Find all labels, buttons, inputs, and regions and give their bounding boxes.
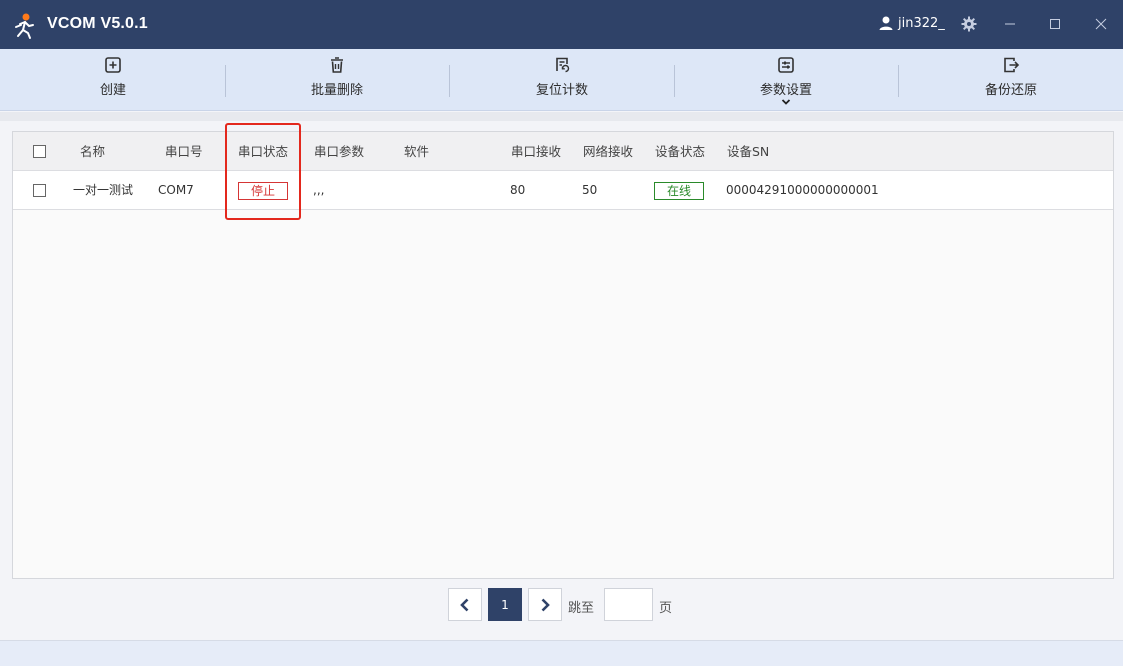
batch-delete-button[interactable]: 批量删除 xyxy=(267,55,407,107)
toolbar-separator xyxy=(0,112,1123,121)
maximize-button[interactable] xyxy=(1045,14,1065,34)
trash-icon xyxy=(331,57,343,73)
toolbar-divider xyxy=(898,65,899,97)
username: jin322_ xyxy=(898,15,945,31)
toolbar-divider xyxy=(674,65,675,97)
maximize-icon xyxy=(1050,19,1060,29)
batch-delete-label: 批量删除 xyxy=(310,83,363,98)
cell-serial-rx: 80 xyxy=(510,183,526,197)
col-port-status[interactable]: 串口状态 xyxy=(238,132,288,171)
row-checkbox[interactable] xyxy=(33,184,46,197)
cell-device-status: 在线 xyxy=(654,171,705,210)
table-header: 名称 串口号 串口状态 串口参数 软件 串口接收 网络接收 设备状态 设备SN xyxy=(13,132,1113,171)
col-port[interactable]: 串口号 xyxy=(165,132,203,171)
chevron-right-icon xyxy=(541,598,550,611)
port-status-badge: 停止 xyxy=(238,181,289,200)
reset-count-label: 复位计数 xyxy=(535,83,588,98)
app-title: VCOM V5.0.1 xyxy=(47,15,148,32)
add-square-icon xyxy=(105,57,121,73)
toolbar-divider xyxy=(449,65,450,97)
col-net-rx[interactable]: 网络接收 xyxy=(583,132,633,171)
create-label: 创建 xyxy=(99,83,126,98)
table-row[interactable]: 一对一测试 COM7 停止 ,,, 80 50 在线 0000429100000… xyxy=(13,171,1113,210)
toolbar-divider xyxy=(225,65,226,97)
toolbar: 创建 批量删除 复位计数 参数设置 备份还原 xyxy=(0,49,1123,111)
device-table: 名称 串口号 串口状态 串口参数 软件 串口接收 网络接收 设备状态 设备SN … xyxy=(12,131,1114,579)
col-device-status[interactable]: 设备状态 xyxy=(655,132,705,171)
device-status-badge: 在线 xyxy=(654,181,705,200)
col-software[interactable]: 软件 xyxy=(404,132,429,171)
runner-logo-icon xyxy=(15,13,34,39)
cell-port: COM7 xyxy=(158,183,194,197)
next-page-button[interactable] xyxy=(528,588,562,621)
user-icon xyxy=(879,16,893,30)
cell-port-status: 停止 xyxy=(238,171,289,210)
export-icon xyxy=(1004,57,1020,73)
sliders-icon xyxy=(778,57,794,73)
goto-label: 跳至 xyxy=(568,601,595,616)
minimize-button[interactable] xyxy=(1000,14,1020,34)
prev-page-button[interactable] xyxy=(448,588,482,621)
page-suffix-label: 页 xyxy=(659,601,673,616)
close-button[interactable] xyxy=(1091,14,1111,34)
select-all-checkbox[interactable] xyxy=(33,145,46,158)
cell-device-sn: 00004291000000000001 xyxy=(726,183,879,197)
cell-port-params: ,,, xyxy=(313,183,325,197)
reset-document-icon xyxy=(556,57,570,73)
create-button[interactable]: 创建 xyxy=(43,55,183,107)
cell-name: 一对一测试 xyxy=(73,183,134,197)
param-settings-button[interactable]: 参数设置 xyxy=(716,55,856,107)
col-serial-rx[interactable]: 串口接收 xyxy=(511,132,561,171)
backup-restore-button[interactable]: 备份还原 xyxy=(941,55,1081,107)
col-name[interactable]: 名称 xyxy=(80,132,105,171)
backup-restore-label: 备份还原 xyxy=(984,83,1037,98)
col-device-sn[interactable]: 设备SN xyxy=(727,132,769,171)
status-bar xyxy=(0,640,1123,666)
chevron-down-icon xyxy=(781,99,791,105)
cell-net-rx: 50 xyxy=(582,183,598,197)
settings-button[interactable] xyxy=(959,14,979,34)
page-1-button[interactable]: 1 xyxy=(488,588,522,621)
goto-page-input[interactable] xyxy=(604,588,653,621)
minimize-icon xyxy=(1005,23,1015,25)
user-menu[interactable]: jin322_ xyxy=(878,15,945,31)
title-bar: VCOM V5.0.1 jin322_ xyxy=(0,0,1123,49)
close-icon xyxy=(1095,18,1107,30)
reset-count-button[interactable]: 复位计数 xyxy=(492,55,632,107)
col-port-params[interactable]: 串口参数 xyxy=(314,132,364,171)
gear-icon xyxy=(961,16,977,32)
param-settings-label: 参数设置 xyxy=(759,83,812,98)
chevron-left-icon xyxy=(460,598,469,611)
